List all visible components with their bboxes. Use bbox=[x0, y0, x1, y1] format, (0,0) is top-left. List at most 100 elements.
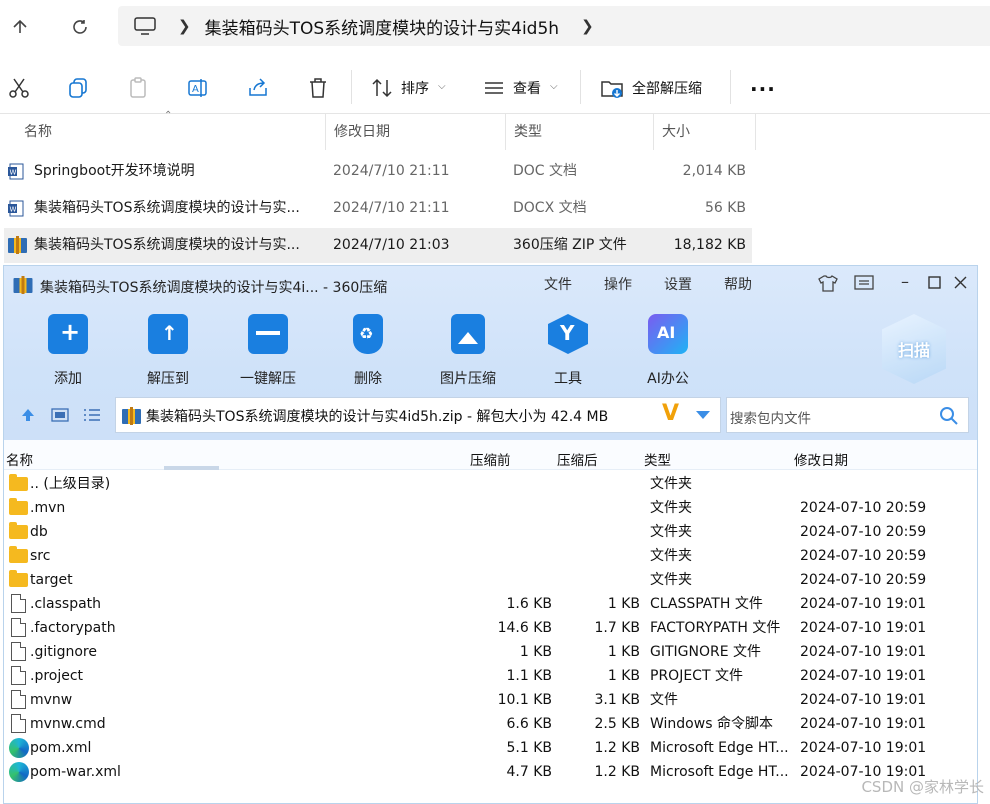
file-row[interactable]: W Springboot开发环境说明 2024/7/10 21:11 DOC 文… bbox=[4, 154, 752, 189]
entry-size-after: 1.2 KB bbox=[594, 740, 641, 756]
extract-to-button[interactable]: ↑ 解压到 bbox=[128, 314, 208, 388]
tools-button[interactable]: Y 工具 bbox=[528, 314, 608, 388]
address-bar[interactable]: ❯ 集装箱码头TOS系统调度模块的设计与实4id5h ❯ bbox=[118, 6, 990, 46]
file-row-selected[interactable]: 集装箱码头TOS系统调度模块的设计与实... 2024/7/10 21:03 3… bbox=[4, 228, 752, 263]
v-badge-icon[interactable]: V bbox=[662, 401, 679, 426]
column-header-name[interactable]: 名称 bbox=[16, 114, 326, 150]
rename-icon[interactable]: A bbox=[186, 76, 210, 100]
maximize-button[interactable] bbox=[928, 276, 941, 289]
extract-all-button[interactable]: 全部解压缩 bbox=[598, 62, 718, 114]
search-box[interactable]: 搜索包内文件 bbox=[726, 397, 969, 433]
zip-archive-window: 集装箱码头TOS系统调度模块的设计与实4i... - 360压缩 文件 操作 设… bbox=[3, 265, 978, 804]
chevron-right-icon[interactable]: ❯ bbox=[581, 17, 594, 35]
menu-file[interactable]: 文件 bbox=[544, 274, 572, 294]
word-docx-icon: W bbox=[8, 200, 24, 217]
column-header-date[interactable]: 修改日期 bbox=[326, 114, 506, 150]
entry-size-before: 1.6 KB bbox=[506, 596, 553, 612]
file-row[interactable]: .project 1.1 KB 1 KB PROJECT 文件 2024-07-10 1… bbox=[4, 664, 977, 688]
folder-row[interactable]: .. (上级目录) 文件夹 bbox=[4, 472, 977, 496]
one-click-extract-button[interactable]: 一键解压 bbox=[228, 314, 308, 388]
folder-row[interactable]: .mvn 文件夹 2024-07-10 20:59 bbox=[4, 496, 977, 520]
entry-date: 2024-07-10 19:01 bbox=[800, 596, 927, 612]
sort-button[interactable]: 排序 ⌵ bbox=[368, 62, 458, 114]
one-click-extract-label: 一键解压 bbox=[240, 371, 296, 387]
column-header-date[interactable]: 修改日期 bbox=[794, 449, 848, 469]
skin-shirt-icon[interactable] bbox=[818, 274, 838, 292]
up-level-icon[interactable] bbox=[20, 407, 36, 423]
archive-path-bar[interactable]: 集装箱码头TOS系统调度模块的设计与实4id5h.zip - 解包大小为 42.… bbox=[115, 397, 721, 433]
file-row[interactable]: .factorypath 14.6 KB 1.7 KB FACTORYPATH 文件 2… bbox=[4, 616, 977, 640]
column-header-type[interactable]: 类型 bbox=[644, 449, 671, 469]
chevron-down-icon: ⌵ bbox=[550, 81, 558, 92]
toolbar-divider bbox=[730, 70, 731, 104]
entry-type: Microsoft Edge HT... bbox=[650, 740, 789, 756]
chevron-down-icon: ⌵ bbox=[438, 81, 446, 92]
column-header-after[interactable]: 压缩后 bbox=[557, 449, 598, 469]
add-button[interactable]: + 添加 bbox=[28, 314, 108, 388]
minimize-button[interactable]: – bbox=[901, 272, 909, 291]
add-icon: + bbox=[48, 314, 88, 354]
copy-icon[interactable] bbox=[66, 76, 90, 100]
entry-date: 2024-07-10 20:59 bbox=[800, 548, 927, 564]
scan-button[interactable]: 扫描 bbox=[882, 314, 946, 384]
entry-name: .gitignore bbox=[30, 644, 97, 660]
menu-operate[interactable]: 操作 bbox=[604, 274, 632, 294]
file-type: DOCX 文档 bbox=[513, 200, 587, 216]
extract-to-label: 解压到 bbox=[147, 371, 189, 387]
search-icon[interactable] bbox=[939, 406, 959, 426]
entry-type: 文件夹 bbox=[650, 476, 692, 492]
more-options-button[interactable]: ... bbox=[750, 72, 776, 96]
menu-settings[interactable]: 设置 bbox=[664, 274, 692, 294]
column-header-size[interactable]: 大小 bbox=[654, 114, 756, 150]
file-row[interactable]: pom.xml 5.1 KB 1.2 KB Microsoft Edge HT... 2… bbox=[4, 736, 977, 760]
scan-label: 扫描 bbox=[897, 341, 930, 360]
svg-text:W: W bbox=[10, 169, 17, 177]
delete-icon[interactable] bbox=[306, 76, 330, 100]
file-icon bbox=[11, 666, 26, 685]
ai-office-button[interactable]: AI AI办公 bbox=[628, 314, 708, 388]
dropdown-arrow-icon[interactable] bbox=[696, 411, 710, 419]
refresh-icon[interactable] bbox=[66, 13, 94, 41]
entry-name: src bbox=[30, 548, 51, 564]
file-row[interactable]: pom-war.xml 4.7 KB 1.2 KB Microsoft Edge HT… bbox=[4, 760, 977, 784]
paste-icon[interactable] bbox=[126, 76, 150, 100]
close-button[interactable] bbox=[954, 276, 967, 289]
search-input[interactable]: 搜索包内文件 bbox=[730, 407, 811, 427]
column-header-before[interactable]: 压缩前 bbox=[470, 449, 511, 469]
delete-button[interactable]: ♻ 删除 bbox=[328, 314, 408, 388]
entry-name: .mvn bbox=[30, 500, 66, 516]
column-header-type[interactable]: 类型 bbox=[506, 114, 654, 150]
message-icon[interactable] bbox=[854, 275, 874, 291]
list-view-icon[interactable] bbox=[83, 408, 101, 422]
entry-date: 2024-07-10 19:01 bbox=[800, 716, 927, 732]
column-header-name[interactable]: 名称 bbox=[6, 449, 33, 469]
zip-archive-icon bbox=[8, 236, 27, 254]
file-row[interactable]: .gitignore 1 KB 1 KB GITIGNORE 文件 2024-07-10… bbox=[4, 640, 977, 664]
entry-size-before: 14.6 KB bbox=[497, 620, 552, 636]
folder-row[interactable]: src 文件夹 2024-07-10 20:59 bbox=[4, 544, 977, 568]
extract-to-icon: ↑ bbox=[148, 314, 188, 354]
view-button[interactable]: 查看 ⌵ bbox=[480, 62, 570, 114]
column-resize-handle[interactable] bbox=[164, 466, 219, 470]
thumbnail-view-icon[interactable] bbox=[51, 408, 69, 422]
breadcrumb-folder[interactable]: 集装箱码头TOS系统调度模块的设计与实4id5h bbox=[205, 14, 559, 39]
file-row[interactable]: W 集装箱码头TOS系统调度模块的设计与实... 2024/7/10 21:11… bbox=[4, 191, 752, 226]
entry-size-after: 1 KB bbox=[607, 596, 640, 612]
file-row[interactable]: mvnw 10.1 KB 3.1 KB 文件 2024-07-10 19:01 bbox=[4, 688, 977, 712]
folder-row[interactable]: target 文件夹 2024-07-10 20:59 bbox=[4, 568, 977, 592]
toolbar-divider bbox=[580, 70, 581, 104]
file-row[interactable]: mvnw.cmd 6.6 KB 2.5 KB Windows 命令脚本 2024-07-… bbox=[4, 712, 977, 736]
share-icon[interactable] bbox=[246, 76, 270, 100]
entry-name: mvnw.cmd bbox=[30, 716, 106, 732]
folder-row[interactable]: db 文件夹 2024-07-10 20:59 bbox=[4, 520, 977, 544]
entry-date: 2024-07-10 19:01 bbox=[800, 740, 927, 756]
file-type: DOC 文档 bbox=[513, 163, 578, 179]
image-compress-button[interactable]: 图片压缩 bbox=[428, 314, 508, 388]
entry-name: .. (上级目录) bbox=[30, 476, 111, 492]
tools-icon: Y bbox=[548, 314, 588, 354]
menu-help[interactable]: 帮助 bbox=[724, 274, 752, 294]
file-row[interactable]: .classpath 1.6 KB 1 KB CLASSPATH 文件 2024-07-… bbox=[4, 592, 977, 616]
cut-icon[interactable] bbox=[7, 76, 31, 100]
word-doc-icon: W bbox=[8, 163, 24, 180]
up-arrow-icon[interactable] bbox=[6, 13, 34, 41]
